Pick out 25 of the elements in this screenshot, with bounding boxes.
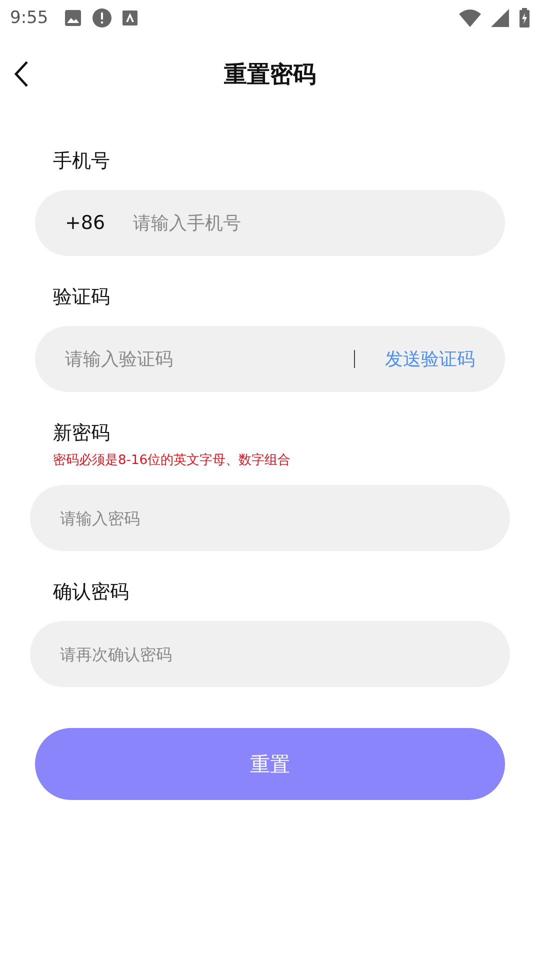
status-time: 9:55 xyxy=(10,8,48,28)
wifi-icon xyxy=(459,9,481,27)
text-format-icon xyxy=(122,10,138,26)
field-label: 手机号 xyxy=(53,150,111,172)
send-code-link[interactable]: 发送验证码 xyxy=(385,347,475,371)
phone-input-field[interactable]: +86 请输入手机号 xyxy=(35,190,505,256)
page-title: 重置密码 xyxy=(224,60,316,90)
image-icon xyxy=(64,9,82,27)
alert-icon xyxy=(92,8,112,28)
password-input-field[interactable]: 请再次确认密码 xyxy=(30,621,510,687)
country-code: +86 xyxy=(65,212,106,234)
field-label: 验证码 xyxy=(53,286,111,308)
password-hint: 密码必须是8-16位的英文字母、数字组合 xyxy=(53,453,292,469)
password-input-field[interactable]: 请输入密码 xyxy=(30,485,510,551)
field-label: 确认密码 xyxy=(53,581,130,603)
text-input[interactable]: 请再次确认密码 xyxy=(60,644,480,664)
code-input-field[interactable]: 请输入验证码 发送验证码 xyxy=(35,326,505,392)
battery-icon xyxy=(519,8,530,28)
signal-icon xyxy=(491,9,509,27)
text-input[interactable]: 请输入手机号 xyxy=(133,212,475,234)
text-input[interactable]: 请输入密码 xyxy=(60,508,480,528)
reset-button[interactable]: 重置 xyxy=(35,728,505,800)
text-input[interactable]: 请输入验证码 xyxy=(65,348,324,370)
back-icon[interactable] xyxy=(12,60,30,88)
field-label: 新密码 xyxy=(53,422,111,444)
